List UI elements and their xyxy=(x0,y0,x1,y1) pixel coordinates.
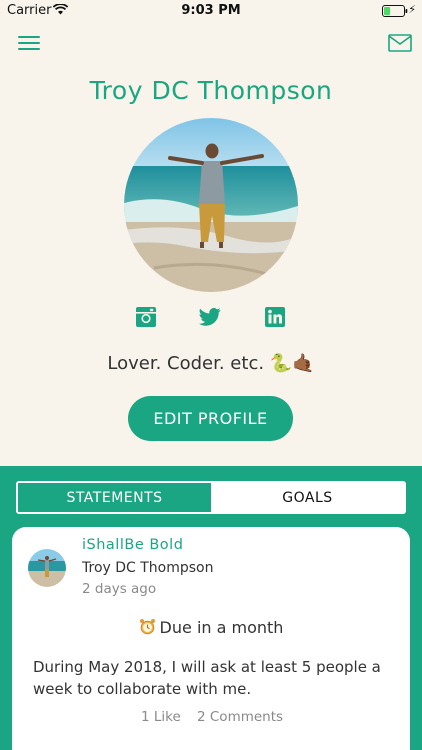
linkedin-icon[interactable] xyxy=(264,306,286,328)
due-label: Due in a month xyxy=(12,618,410,637)
profile-bio: Lover. Coder. etc. 🐍🤙🏾 xyxy=(107,353,315,374)
statement-timestamp: 2 days ago xyxy=(82,581,157,597)
mail-icon[interactable] xyxy=(388,34,412,52)
comments-count[interactable]: 2 Comments xyxy=(197,709,283,725)
due-text: Due in a month xyxy=(159,618,284,637)
statement-card[interactable]: iShallBe Bold Troy DC Thompson 2 days ag… xyxy=(12,527,410,750)
profile-name: Troy DC Thompson xyxy=(89,76,333,105)
edit-profile-button[interactable]: EDIT PROFILE xyxy=(128,396,293,441)
battery-icon xyxy=(382,5,408,17)
profile-avatar xyxy=(124,118,298,292)
status-bar: Carrier 9:03 PM ⚡ xyxy=(0,0,422,22)
clock-time: 9:03 PM xyxy=(181,3,241,18)
tab-statements[interactable]: STATEMENTS xyxy=(18,483,211,512)
menu-icon[interactable] xyxy=(18,36,40,50)
likes-count[interactable]: 1 Like xyxy=(141,709,181,725)
tab-goals[interactable]: GOALS xyxy=(211,483,404,512)
tab-bar: STATEMENTS GOALS xyxy=(16,481,406,514)
author-avatar xyxy=(28,549,66,587)
statement-title[interactable]: iShallBe Bold xyxy=(82,537,183,553)
twitter-icon[interactable] xyxy=(199,306,221,328)
statement-text: During May 2018, I will ask at least 5 p… xyxy=(33,658,381,698)
alarm-clock-icon xyxy=(139,619,155,635)
statement-author[interactable]: Troy DC Thompson xyxy=(82,560,214,576)
instagram-icon[interactable] xyxy=(135,306,157,328)
charging-icon: ⚡ xyxy=(408,3,416,16)
